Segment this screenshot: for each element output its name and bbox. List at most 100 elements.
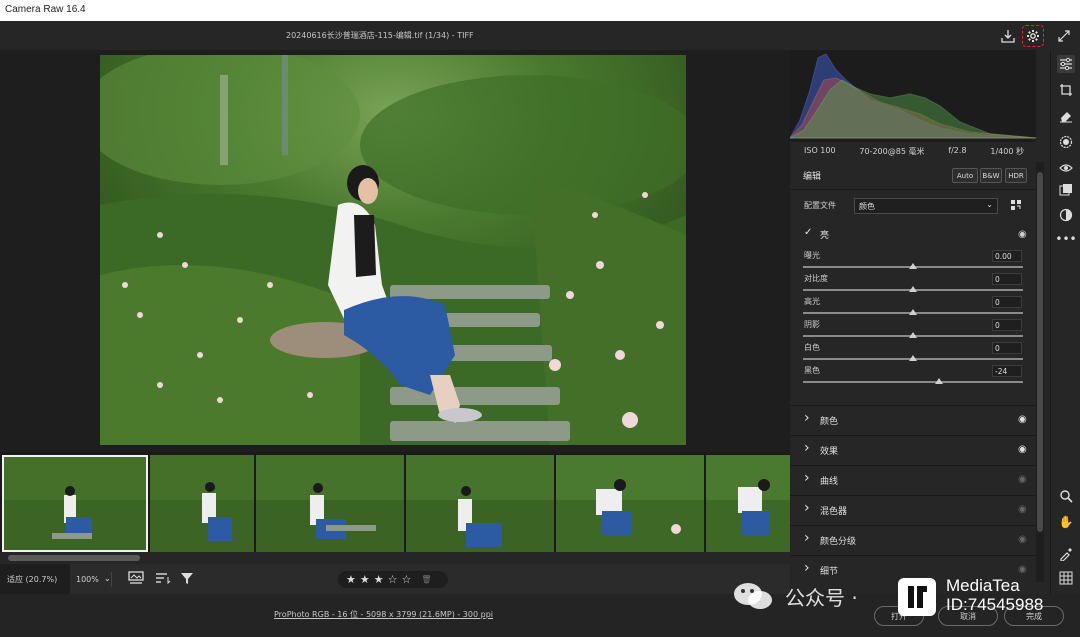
slider-value-input[interactable]: 0 bbox=[992, 342, 1022, 354]
hand-icon[interactable]: ✋ bbox=[1057, 513, 1075, 531]
profile-browser-icon[interactable] bbox=[1010, 199, 1022, 214]
panel-section-label: 混色器 bbox=[820, 507, 848, 517]
bw-button[interactable]: B&W bbox=[980, 168, 1002, 183]
slider-knob[interactable] bbox=[909, 286, 917, 292]
slider-row[interactable]: 黑色 -24 bbox=[790, 365, 1036, 388]
eye-icon[interactable]: ◉ bbox=[1018, 504, 1027, 515]
light-title: 亮 bbox=[820, 231, 830, 241]
edit-header: 编辑 Auto B&W HDR bbox=[790, 162, 1036, 190]
chevron-right-icon: › bbox=[804, 500, 810, 516]
filter-icon[interactable] bbox=[180, 571, 194, 588]
slider-value-input[interactable]: 0 bbox=[992, 296, 1022, 308]
slider-knob[interactable] bbox=[909, 309, 917, 315]
exif-lens: 70-200@85 毫米 bbox=[859, 147, 925, 156]
slider-row[interactable]: 阴影 0 bbox=[790, 319, 1036, 342]
star-icon[interactable]: ★ bbox=[374, 573, 384, 586]
filmstrip-view-icon[interactable] bbox=[128, 571, 144, 588]
filmstrip-thumb[interactable] bbox=[406, 455, 554, 552]
panel-section[interactable]: › 颜色分级 ◉ bbox=[790, 525, 1036, 553]
filmstrip-thumb[interactable] bbox=[556, 455, 704, 552]
slider-knob[interactable] bbox=[909, 332, 917, 338]
filmstrip-scrollbar[interactable] bbox=[0, 552, 790, 564]
panel-section[interactable]: › 曲线 ◉ bbox=[790, 465, 1036, 493]
hdr-button[interactable]: HDR bbox=[1005, 168, 1027, 183]
star-rating[interactable]: ★ ★ ★ ☆ ☆ 🗑 bbox=[338, 571, 448, 588]
star-icon[interactable]: ★ bbox=[360, 573, 370, 586]
slider-value-input[interactable]: -24 bbox=[992, 365, 1022, 377]
main-photo[interactable] bbox=[100, 55, 686, 445]
auto-button[interactable]: Auto bbox=[952, 168, 978, 183]
slider-knob[interactable] bbox=[909, 263, 917, 269]
eraser-icon[interactable] bbox=[1057, 107, 1075, 125]
slider-knob[interactable] bbox=[935, 378, 944, 384]
slider-track[interactable] bbox=[803, 381, 1023, 383]
trash-icon[interactable]: 🗑 bbox=[421, 575, 431, 584]
window-title: Camera Raw 16.4 bbox=[0, 0, 1080, 21]
zoom-icon[interactable] bbox=[1057, 487, 1075, 505]
chevron-down-icon[interactable]: ⌄ bbox=[104, 574, 111, 583]
mask-icon[interactable] bbox=[1057, 133, 1075, 151]
edit-sliders-icon[interactable] bbox=[1057, 55, 1075, 73]
workflow-options-link[interactable]: ProPhoto RGB - 16 位 - 5098 x 3799 (21.6M… bbox=[274, 609, 493, 620]
crop-icon[interactable] bbox=[1057, 81, 1075, 99]
chevron-right-icon: › bbox=[804, 470, 810, 486]
eye-icon[interactable]: ◉ bbox=[1018, 534, 1027, 545]
zoom-fit-button[interactable]: 适应 (20.7%) bbox=[0, 564, 70, 594]
eye-icon[interactable]: ◉ bbox=[1018, 444, 1027, 455]
filmstrip-thumb[interactable] bbox=[2, 455, 148, 552]
slider-value-input[interactable]: 0 bbox=[992, 273, 1022, 285]
filmstrip-thumb[interactable] bbox=[256, 455, 404, 552]
exif-shutter: 1/400 秒 bbox=[990, 147, 1024, 156]
settings-gear-icon[interactable] bbox=[1022, 25, 1044, 47]
star-icon[interactable]: ☆ bbox=[402, 573, 412, 586]
eye-icon[interactable]: ◉ bbox=[1018, 229, 1027, 240]
slider-knob[interactable] bbox=[909, 355, 917, 361]
light-section-header[interactable]: ✓ 亮 ◉ bbox=[790, 222, 1036, 248]
panel-section[interactable]: › 混色器 ◉ bbox=[790, 495, 1036, 523]
scrollbar-thumb[interactable] bbox=[8, 555, 140, 561]
more-icon[interactable]: ••• bbox=[1055, 230, 1076, 248]
exif-aperture: f/2.8 bbox=[948, 146, 967, 155]
panel-section-label: 颜色 bbox=[820, 417, 839, 427]
filmstrip-thumb[interactable] bbox=[706, 455, 790, 552]
panel-scrollbar[interactable] bbox=[1036, 162, 1044, 582]
presets-icon[interactable] bbox=[1057, 206, 1075, 224]
panel-section[interactable]: › 颜色 ◉ bbox=[790, 405, 1036, 433]
filmstrip-thumb[interactable] bbox=[150, 455, 254, 552]
profile-select[interactable]: 颜色 ⌄ bbox=[854, 198, 998, 214]
scrollbar-thumb[interactable] bbox=[1037, 172, 1043, 532]
panel-section-label: 细节 bbox=[820, 567, 839, 577]
slider-label: 阴影 bbox=[804, 320, 820, 329]
slider-value-input[interactable]: 0.00 bbox=[992, 250, 1022, 262]
panel-section[interactable]: › 效果 ◉ bbox=[790, 435, 1036, 463]
tool-strip: ••• ✋ bbox=[1050, 50, 1080, 594]
image-viewer[interactable] bbox=[0, 50, 790, 450]
done-button[interactable]: 完成 bbox=[1004, 606, 1064, 626]
eye-icon[interactable]: ◉ bbox=[1018, 474, 1027, 485]
fullscreen-icon[interactable] bbox=[1054, 26, 1074, 46]
slider-row[interactable]: 白色 0 bbox=[790, 342, 1036, 365]
red-eye-icon[interactable] bbox=[1057, 159, 1075, 177]
eye-icon[interactable]: ◉ bbox=[1018, 414, 1027, 425]
open-button[interactable]: 打开 bbox=[874, 606, 924, 626]
star-icon[interactable]: ★ bbox=[346, 573, 356, 586]
chevron-down-icon: ⌄ bbox=[986, 200, 993, 209]
save-icon[interactable] bbox=[998, 26, 1018, 46]
grid-overlay-icon[interactable] bbox=[1057, 569, 1075, 587]
cancel-button[interactable]: 取消 bbox=[938, 606, 998, 626]
star-icon[interactable]: ☆ bbox=[388, 573, 398, 586]
slider-row[interactable]: 曝光 0.00 bbox=[790, 250, 1036, 273]
slider-label: 黑色 bbox=[804, 366, 820, 375]
snapshots-icon[interactable] bbox=[1057, 181, 1075, 199]
slider-label: 对比度 bbox=[804, 274, 828, 283]
eyedropper-icon[interactable] bbox=[1057, 545, 1075, 563]
panel-section[interactable]: › 细节 ◉ bbox=[790, 555, 1036, 583]
slider-row[interactable]: 高光 0 bbox=[790, 296, 1036, 319]
eye-icon[interactable]: ◉ bbox=[1018, 564, 1027, 575]
slider-value-input[interactable]: 0 bbox=[992, 319, 1022, 331]
filmstrip[interactable] bbox=[0, 452, 790, 552]
slider-label: 高光 bbox=[804, 297, 820, 306]
slider-row[interactable]: 对比度 0 bbox=[790, 273, 1036, 296]
sort-icon[interactable] bbox=[155, 571, 171, 588]
chevron-right-icon: › bbox=[804, 440, 810, 456]
